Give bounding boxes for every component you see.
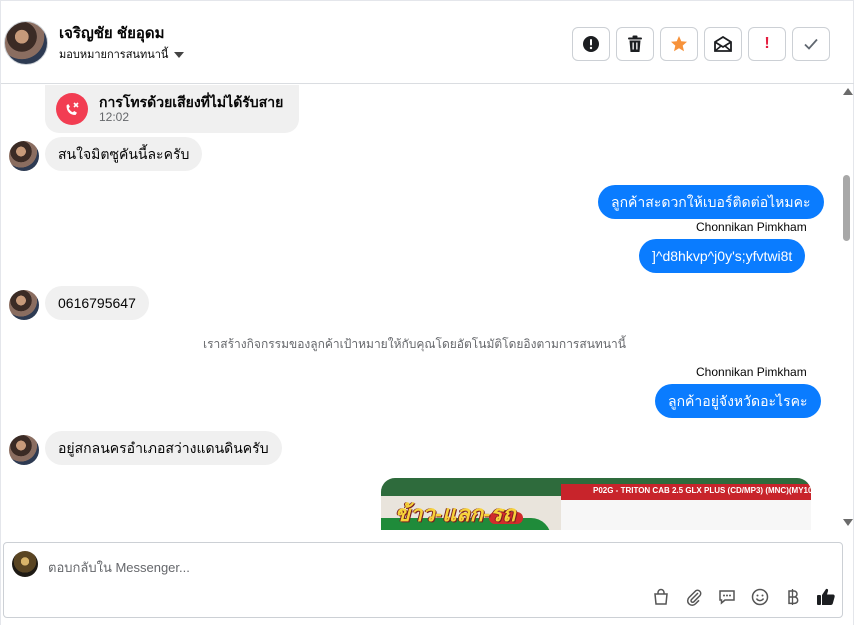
missed-call-card[interactable]: การโทรด้วยเสียงที่ไม่ได้รับสาย 12:02 xyxy=(45,85,299,133)
scrollbar-thumb[interactable] xyxy=(843,175,850,241)
star-icon xyxy=(671,36,687,52)
star-button[interactable] xyxy=(660,27,698,61)
system-notice: เราสร้างกิจกรรมของลูกค้าเป้าหมายให้กับคุ… xyxy=(203,337,626,351)
incoming-message[interactable]: อยู่สกลนครอำเภอสว่างแดนดินครับ xyxy=(45,431,282,465)
sender-name: Chonnikan Pimkham xyxy=(696,365,807,379)
promo-image-attachment[interactable]: P02G - TRITON CAB 2.5 GLX PLUS (CD/MP3) … xyxy=(381,478,811,530)
thumbs-up-icon[interactable] xyxy=(815,586,837,608)
outgoing-message[interactable]: ]^d8hkvp^j0y's;yfvtwi8t xyxy=(639,239,806,273)
saved-reply-icon[interactable] xyxy=(716,586,738,608)
scroll-up-arrow-icon[interactable] xyxy=(843,88,853,95)
envelope-icon xyxy=(714,36,732,52)
incoming-message[interactable]: 0616795647 xyxy=(45,286,149,320)
contact-avatar[interactable] xyxy=(9,435,39,465)
paperclip-icon[interactable] xyxy=(683,586,705,608)
emoji-icon[interactable] xyxy=(749,586,771,608)
mark-unread-button[interactable] xyxy=(704,27,742,61)
reply-input[interactable]: ตอบกลับใน Messenger... xyxy=(48,557,190,578)
contact-avatar[interactable] xyxy=(4,21,48,65)
trash-icon xyxy=(628,35,642,52)
baht-icon[interactable] xyxy=(782,586,804,608)
caret-down-icon xyxy=(174,51,185,58)
conversation-actions: ! xyxy=(572,27,830,61)
outgoing-message[interactable]: ลูกค้าสะดวกให้เบอร์ติดต่อไหมคะ xyxy=(598,185,824,219)
page-avatar xyxy=(12,551,38,577)
alert-circle-icon xyxy=(583,36,599,52)
delete-button[interactable] xyxy=(616,27,654,61)
promo-headline: ข้าว-แลก-รถ xyxy=(395,501,516,526)
scroll-down-arrow-icon[interactable] xyxy=(843,519,853,526)
sender-name: Chonnikan Pimkham xyxy=(696,220,807,234)
conversation-panel: เจริญชัย ชัยอุดม มอบหมายการสนทนานี้ ! กา… xyxy=(0,0,854,625)
conversation-header: เจริญชัย ชัยอุดม มอบหมายการสนทนานี้ ! xyxy=(1,0,854,84)
message-list[interactable]: การโทรด้วยเสียงที่ไม่ได้รับสาย 12:02 สนใ… xyxy=(1,85,839,530)
checkmark-icon xyxy=(804,38,818,50)
promo-white-area xyxy=(561,500,811,530)
outgoing-message[interactable]: ลูกค้าอยู่จังหวัดอะไรคะ xyxy=(655,384,821,418)
missed-call-time: 12:02 xyxy=(99,110,130,124)
contact-name[interactable]: เจริญชัย ชัยอุดม xyxy=(59,21,165,45)
assign-conversation-dropdown[interactable]: มอบหมายการสนทนานี้ xyxy=(59,45,185,63)
flag-important-button[interactable]: ! xyxy=(748,27,786,61)
mark-spam-button[interactable] xyxy=(572,27,610,61)
promo-spec-text: P02G - TRITON CAB 2.5 GLX PLUS (CD/MP3) … xyxy=(593,486,811,495)
assign-label: มอบหมายการสนทนานี้ xyxy=(59,49,169,61)
message-scrollbar[interactable] xyxy=(839,85,854,530)
shopping-bag-icon[interactable] xyxy=(650,586,672,608)
exclamation-icon: ! xyxy=(764,35,770,52)
contact-avatar[interactable] xyxy=(9,290,39,320)
contact-avatar[interactable] xyxy=(9,141,39,171)
missed-call-icon xyxy=(56,93,88,125)
reply-composer[interactable]: ตอบกลับใน Messenger... xyxy=(3,542,843,618)
composer-toolbar xyxy=(650,586,837,608)
incoming-message[interactable]: สนใจมิตซูคันนี้ละครับ xyxy=(45,137,203,171)
mark-done-button[interactable] xyxy=(792,27,830,61)
